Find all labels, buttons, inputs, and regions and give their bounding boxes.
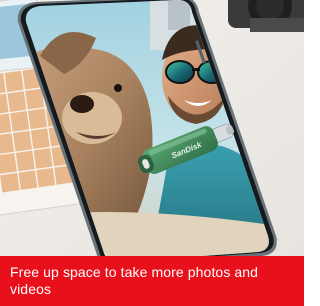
caption-text: Free up space to take more photos and vi… <box>10 264 259 297</box>
camera <box>228 0 304 32</box>
product-feature-image: SanDisk Free up space to take more photo… <box>0 0 304 306</box>
phone-and-flash-drive-photo: SanDisk <box>0 0 304 256</box>
product-photo: SanDisk <box>0 0 304 256</box>
caption-banner: Free up space to take more photos and vi… <box>0 256 304 306</box>
